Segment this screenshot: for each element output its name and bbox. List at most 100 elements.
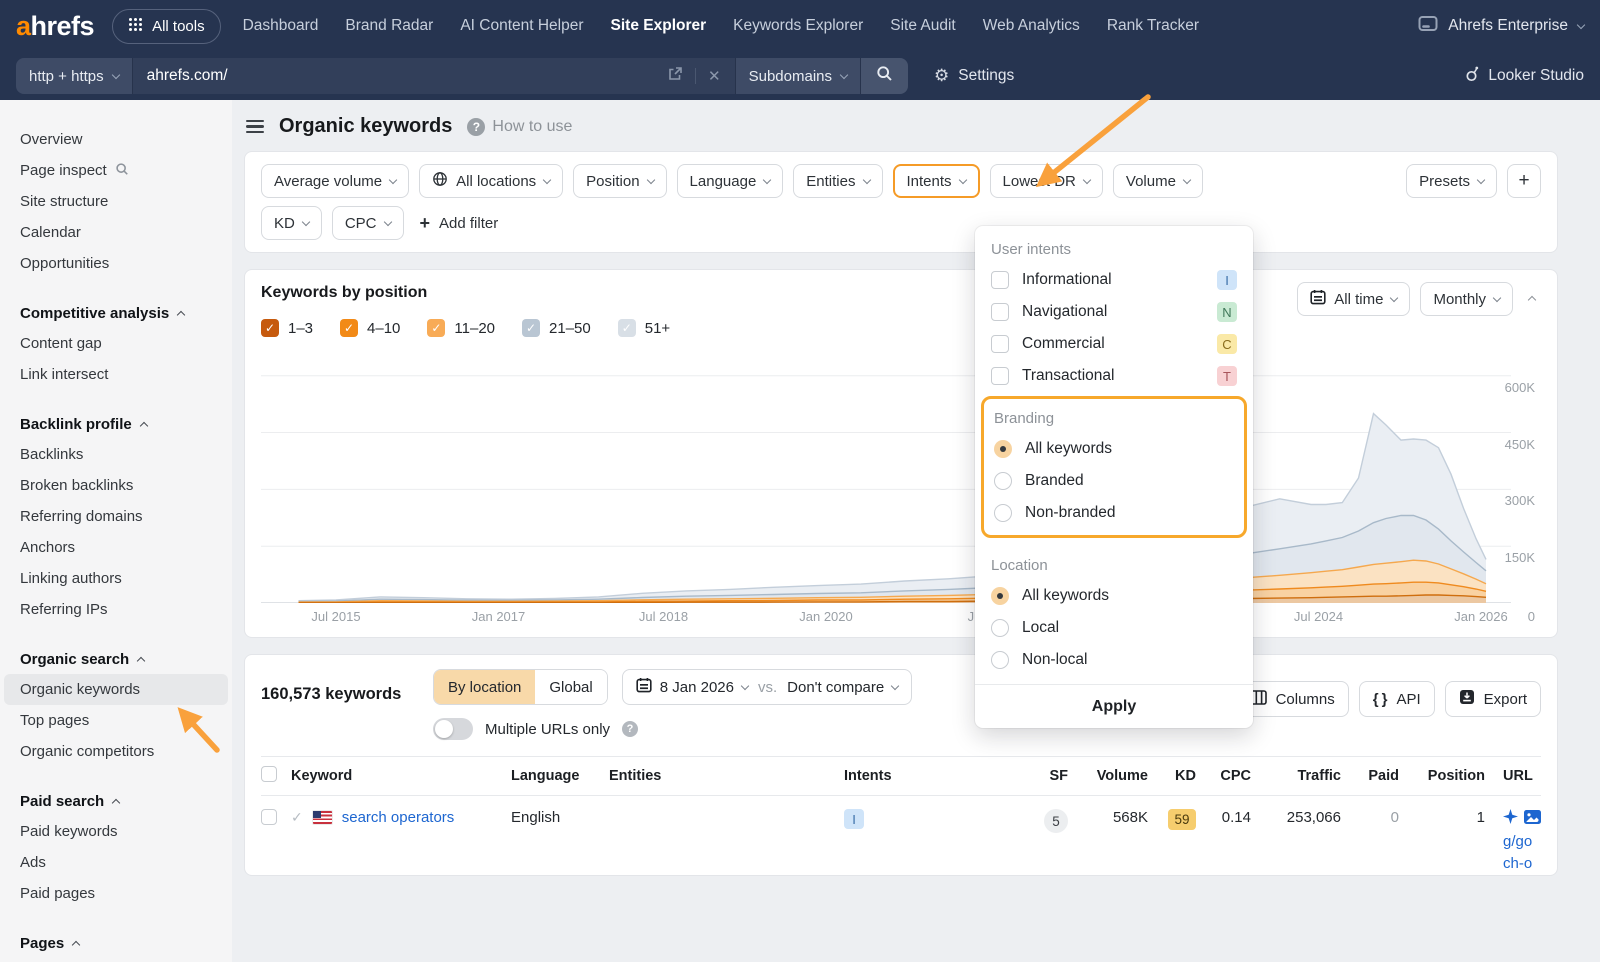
legend-item-11-20[interactable]: ✓11–20 <box>427 319 495 337</box>
sidebar-item-top-pages[interactable]: Top pages <box>4 705 228 736</box>
legend-item-4-10[interactable]: ✓4–10 <box>340 319 400 337</box>
user-intents-option-navigational[interactable]: NavigationalN <box>975 296 1253 328</box>
granularity-button[interactable]: Monthly <box>1420 282 1513 316</box>
column-header-cpc[interactable]: CPC <box>1220 768 1251 784</box>
legend-item-51+[interactable]: ✓51+ <box>618 319 670 337</box>
user-intents-option-informational[interactable]: InformationalI <box>975 264 1253 296</box>
sidebar-section-paid-search[interactable]: Paid search <box>0 786 232 816</box>
by-location-option[interactable]: By location <box>434 670 535 704</box>
select-all-checkbox[interactable] <box>261 766 277 782</box>
all-tools-button[interactable]: All tools <box>112 9 221 44</box>
column-header-traffic[interactable]: Traffic <box>1297 768 1341 784</box>
date-picker[interactable]: 8 Jan 2026 <box>636 677 748 697</box>
sidebar-item-overview[interactable]: Overview <box>4 124 228 155</box>
filter-intents-button[interactable]: Intents <box>893 164 980 198</box>
column-header-entities[interactable]: Entities <box>609 768 844 784</box>
add-tab-button[interactable]: + <box>1507 164 1541 198</box>
branding-option-non-branded[interactable]: Non-branded <box>984 497 1244 529</box>
checkbox-icon[interactable] <box>991 335 1009 353</box>
sidebar-item-paid-pages[interactable]: Paid pages <box>4 878 228 909</box>
api-button[interactable]: { } API <box>1359 681 1435 717</box>
radio-icon[interactable] <box>991 587 1009 605</box>
compare-selector[interactable]: Don't compare <box>787 679 898 696</box>
filter-kd-button[interactable]: KD <box>261 206 322 240</box>
user-intents-option-transactional[interactable]: TransactionalT <box>975 360 1253 392</box>
legend-item-1-3[interactable]: ✓1–3 <box>261 319 313 337</box>
date-range-button[interactable]: All time <box>1297 282 1410 316</box>
sidebar-item-referring-ips[interactable]: Referring IPs <box>4 594 228 625</box>
export-button[interactable]: Export <box>1445 681 1541 717</box>
topnav-item-ai-content-helper[interactable]: AI Content Helper <box>460 17 583 35</box>
collapse-chart-button[interactable] <box>1523 284 1541 314</box>
add-filter-button[interactable]: + Add filter <box>414 214 505 232</box>
search-button[interactable] <box>860 58 908 94</box>
checkbox-icon[interactable] <box>991 271 1009 289</box>
sidebar-section-pages[interactable]: Pages <box>0 928 232 958</box>
settings-button[interactable]: ⚙ Settings <box>934 66 1014 86</box>
sidebar-item-organic-competitors[interactable]: Organic competitors <box>4 736 228 767</box>
scope-selector[interactable]: Subdomains <box>736 58 860 94</box>
location-option-local[interactable]: Local <box>975 612 1253 644</box>
menu-toggle-icon[interactable] <box>246 120 264 134</box>
location-option-all-keywords[interactable]: All keywords <box>975 580 1253 612</box>
radio-icon[interactable] <box>991 619 1009 637</box>
topnav-item-brand-radar[interactable]: Brand Radar <box>345 17 433 35</box>
presets-button[interactable]: Presets <box>1406 164 1497 198</box>
sidebar-item-broken-backlinks[interactable]: Broken backlinks <box>4 470 228 501</box>
location-option-non-local[interactable]: Non-local <box>975 644 1253 676</box>
looker-studio-link[interactable]: Looker Studio <box>1465 65 1584 87</box>
radio-icon[interactable] <box>994 504 1012 522</box>
column-header-volume[interactable]: Volume <box>1097 768 1148 784</box>
topnav-item-keywords-explorer[interactable]: Keywords Explorer <box>733 17 863 35</box>
column-header-language[interactable]: Language <box>511 768 609 784</box>
sidebar-item-ads[interactable]: Ads <box>4 847 228 878</box>
how-to-use-link[interactable]: ? How to use <box>467 118 572 136</box>
column-header-kd[interactable]: KD <box>1175 768 1196 784</box>
sidebar-item-referring-domains[interactable]: Referring domains <box>4 501 228 532</box>
topnav-item-dashboard[interactable]: Dashboard <box>243 17 319 35</box>
filter-cpc-button[interactable]: CPC <box>332 206 404 240</box>
branding-option-branded[interactable]: Branded <box>984 465 1244 497</box>
radio-icon[interactable] <box>991 651 1009 669</box>
topnav-item-site-audit[interactable]: Site Audit <box>890 17 956 35</box>
sidebar-item-paid-keywords[interactable]: Paid keywords <box>4 816 228 847</box>
checkbox-icon[interactable] <box>991 303 1009 321</box>
column-header-intents[interactable]: Intents <box>844 768 1044 784</box>
sidebar-item-link-intersect[interactable]: Link intersect <box>4 359 228 390</box>
keyword-link[interactable]: search operators <box>342 809 455 826</box>
radio-icon[interactable] <box>994 440 1012 458</box>
sidebar-item-backlinks[interactable]: Backlinks <box>4 439 228 470</box>
sidebar-item-page-inspect[interactable]: Page inspect <box>4 155 228 186</box>
filter-entities-button[interactable]: Entities <box>793 164 882 198</box>
sidebar-section-organic-search[interactable]: Organic search <box>0 644 232 674</box>
target-url-input[interactable]: ahrefs.com/ ✕ <box>132 58 736 94</box>
filter-all-locations-button[interactable]: All locations <box>419 164 563 198</box>
radio-icon[interactable] <box>994 472 1012 490</box>
sidebar-section-competitive-analysis[interactable]: Competitive analysis <box>0 298 232 328</box>
user-intents-option-commercial[interactable]: CommercialC <box>975 328 1253 360</box>
filter-language-button[interactable]: Language <box>677 164 784 198</box>
filter-volume-button[interactable]: Volume <box>1113 164 1203 198</box>
open-external-icon[interactable] <box>667 66 683 87</box>
ahrefs-logo[interactable]: ahrefs <box>16 13 94 40</box>
checkbox-icon[interactable] <box>991 367 1009 385</box>
column-header-paid[interactable]: Paid <box>1368 768 1399 784</box>
account-menu[interactable]: Ahrefs Enterprise <box>1418 15 1584 37</box>
sidebar-item-organic-keywords[interactable]: Organic keywords <box>4 674 228 705</box>
column-header-sf[interactable]: SF <box>1049 768 1068 784</box>
filter-position-button[interactable]: Position <box>573 164 666 198</box>
column-header-url[interactable]: URL <box>1485 768 1541 784</box>
column-header-position[interactable]: Position <box>1428 768 1485 784</box>
topnav-item-web-analytics[interactable]: Web Analytics <box>983 17 1080 35</box>
filter-lowest-dr-button[interactable]: Lowest DR <box>990 164 1103 198</box>
filter-average-volume-button[interactable]: Average volume <box>261 164 409 198</box>
legend-item-21-50[interactable]: ✓21–50 <box>522 319 591 337</box>
clear-target-icon[interactable]: ✕ <box>708 67 721 85</box>
global-option[interactable]: Global <box>535 670 606 704</box>
sidebar-item-calendar[interactable]: Calendar <box>4 217 228 248</box>
branding-option-all-keywords[interactable]: All keywords <box>984 433 1244 465</box>
sidebar-item-content-gap[interactable]: Content gap <box>4 328 228 359</box>
apply-button[interactable]: Apply <box>975 684 1253 728</box>
topnav-item-site-explorer[interactable]: Site Explorer <box>611 17 707 35</box>
protocol-selector[interactable]: http + https <box>16 58 132 94</box>
